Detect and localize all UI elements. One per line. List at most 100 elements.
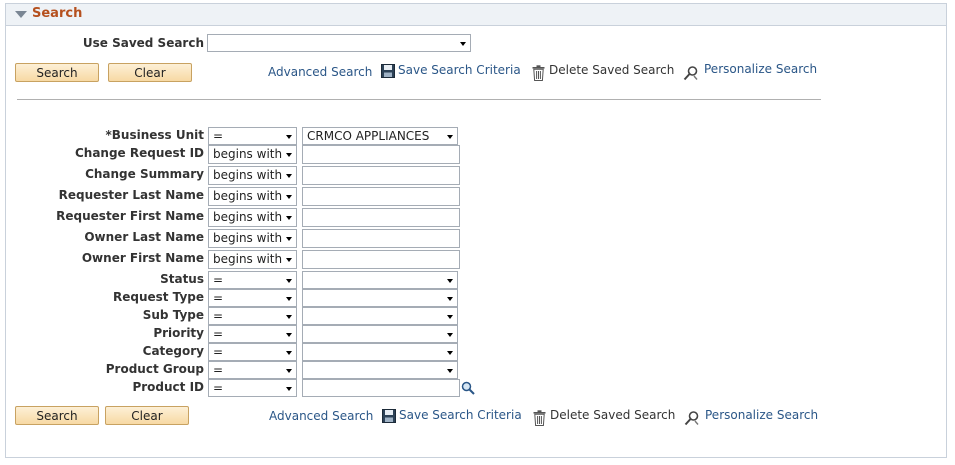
field-13-value-input[interactable] (302, 379, 460, 397)
chevron-down-icon (286, 258, 292, 262)
floppy-disk-icon[interactable] (382, 409, 396, 423)
field-12-operator-select[interactable]: = (208, 361, 297, 379)
field-10-value-select[interactable] (302, 325, 458, 343)
floppy-disk-icon[interactable] (381, 64, 395, 78)
field-11-label: Category (142, 344, 204, 358)
chevron-down-icon (447, 369, 453, 373)
advanced-search-link-top[interactable]: Advanced Search (268, 65, 372, 79)
chevron-down-icon (286, 174, 292, 178)
advanced-search-link-bottom[interactable]: Advanced Search (269, 409, 373, 423)
trash-icon[interactable] (532, 65, 545, 81)
field-12-operator-value: = (213, 363, 224, 377)
search-button-bottom[interactable]: Search (15, 406, 99, 425)
magnifier-wrench-icon[interactable] (683, 65, 699, 81)
field-1-value-input[interactable] (302, 145, 460, 164)
chevron-down-icon (286, 387, 292, 391)
field-6-operator-value: begins with (213, 252, 283, 266)
field-13-label: Product ID (132, 380, 204, 394)
clear-button-bottom[interactable]: Clear (105, 406, 189, 425)
field-2-operator-select[interactable]: begins with (208, 166, 297, 185)
field-13-value (303, 381, 307, 395)
field-5-operator-value: begins with (213, 231, 283, 245)
field-4-operator-value: begins with (213, 210, 283, 224)
field-3-operator-select[interactable]: begins with (208, 187, 297, 206)
search-button-top[interactable]: Search (15, 63, 99, 82)
field-1-value (303, 147, 307, 161)
section-divider (17, 99, 821, 100)
chevron-down-icon (286, 135, 292, 139)
chevron-down-icon (286, 195, 292, 199)
clear-button-top[interactable]: Clear (108, 63, 192, 82)
chevron-down-icon (286, 315, 292, 319)
save-search-criteria-link-bottom[interactable]: Save Search Criteria (399, 408, 522, 422)
chevron-down-icon (460, 42, 466, 46)
field-4-value-input[interactable] (302, 208, 460, 227)
save-search-criteria-link-top[interactable]: Save Search Criteria (398, 63, 521, 77)
chevron-down-icon (286, 153, 292, 157)
field-6-value-input[interactable] (302, 250, 460, 269)
personalize-search-link-top[interactable]: Personalize Search (704, 62, 817, 76)
field-0-operator-value: = (213, 129, 224, 143)
chevron-down-icon (286, 297, 292, 301)
chevron-down-icon (447, 351, 453, 355)
field-3-label: Requester Last Name (58, 188, 204, 202)
field-8-value-select[interactable] (302, 289, 458, 307)
use-saved-search-select[interactable] (207, 34, 471, 52)
field-2-value-input[interactable] (302, 166, 460, 185)
personalize-search-link-bottom[interactable]: Personalize Search (705, 408, 818, 422)
field-8-operator-select[interactable]: = (208, 289, 297, 307)
field-4-operator-select[interactable]: begins with (208, 208, 297, 227)
magnifier-wrench-icon[interactable] (684, 410, 700, 426)
field-6-label: Owner First Name (81, 251, 204, 265)
field-2-label: Change Summary (85, 167, 204, 181)
field-7-operator-value: = (213, 273, 224, 287)
field-1-operator-select[interactable]: begins with (208, 145, 297, 164)
field-6-operator-select[interactable]: begins with (208, 250, 297, 269)
field-13-operator-value: = (213, 381, 224, 395)
field-5-value-input[interactable] (302, 229, 460, 248)
field-3-value-input[interactable] (302, 187, 460, 206)
collapse-triangle-icon[interactable] (15, 11, 27, 18)
chevron-down-icon (286, 333, 292, 337)
field-5-value (303, 231, 307, 245)
field-10-label: Priority (153, 326, 204, 340)
lookup-magnifier-icon[interactable] (461, 381, 475, 395)
field-3-value (303, 189, 307, 203)
trash-icon[interactable] (533, 410, 546, 426)
field-0-operator-select[interactable]: = (208, 127, 297, 145)
chevron-down-icon (286, 351, 292, 355)
field-7-label: Status (160, 272, 204, 286)
field-4-value (303, 210, 307, 224)
delete-saved-search-link-top[interactable]: Delete Saved Search (549, 63, 674, 77)
chevron-down-icon (286, 369, 292, 373)
chevron-down-icon (286, 279, 292, 283)
field-8-operator-value: = (213, 291, 224, 305)
field-9-operator-select[interactable]: = (208, 307, 297, 325)
chevron-down-icon (447, 135, 453, 139)
chevron-down-icon (286, 237, 292, 241)
field-11-operator-value: = (213, 345, 224, 359)
field-10-operator-value: = (213, 327, 224, 341)
field-1-label: Change Request ID (74, 146, 204, 160)
field-0-label: *Business Unit (105, 128, 204, 142)
field-2-value (303, 168, 307, 182)
field-9-operator-value: = (213, 309, 224, 323)
field-7-operator-select[interactable]: = (208, 271, 297, 289)
chevron-down-icon (447, 297, 453, 301)
field-12-value-select[interactable] (302, 361, 458, 379)
delete-saved-search-link-bottom[interactable]: Delete Saved Search (550, 408, 675, 422)
field-10-operator-select[interactable]: = (208, 325, 297, 343)
field-13-operator-select[interactable]: = (208, 379, 297, 397)
field-0-value-select[interactable]: CRMCO APPLIANCES (302, 127, 458, 145)
search-panel-header[interactable]: Search (6, 4, 946, 26)
field-3-operator-value: begins with (213, 189, 283, 203)
field-5-operator-select[interactable]: begins with (208, 229, 297, 248)
chevron-down-icon (447, 333, 453, 337)
field-11-operator-select[interactable]: = (208, 343, 297, 361)
field-2-operator-value: begins with (213, 168, 283, 182)
field-11-value-select[interactable] (302, 343, 458, 361)
field-5-label: Owner Last Name (84, 230, 204, 244)
field-7-value-select[interactable] (302, 271, 458, 289)
field-9-value-select[interactable] (302, 307, 458, 325)
field-1-operator-value: begins with (213, 147, 283, 161)
